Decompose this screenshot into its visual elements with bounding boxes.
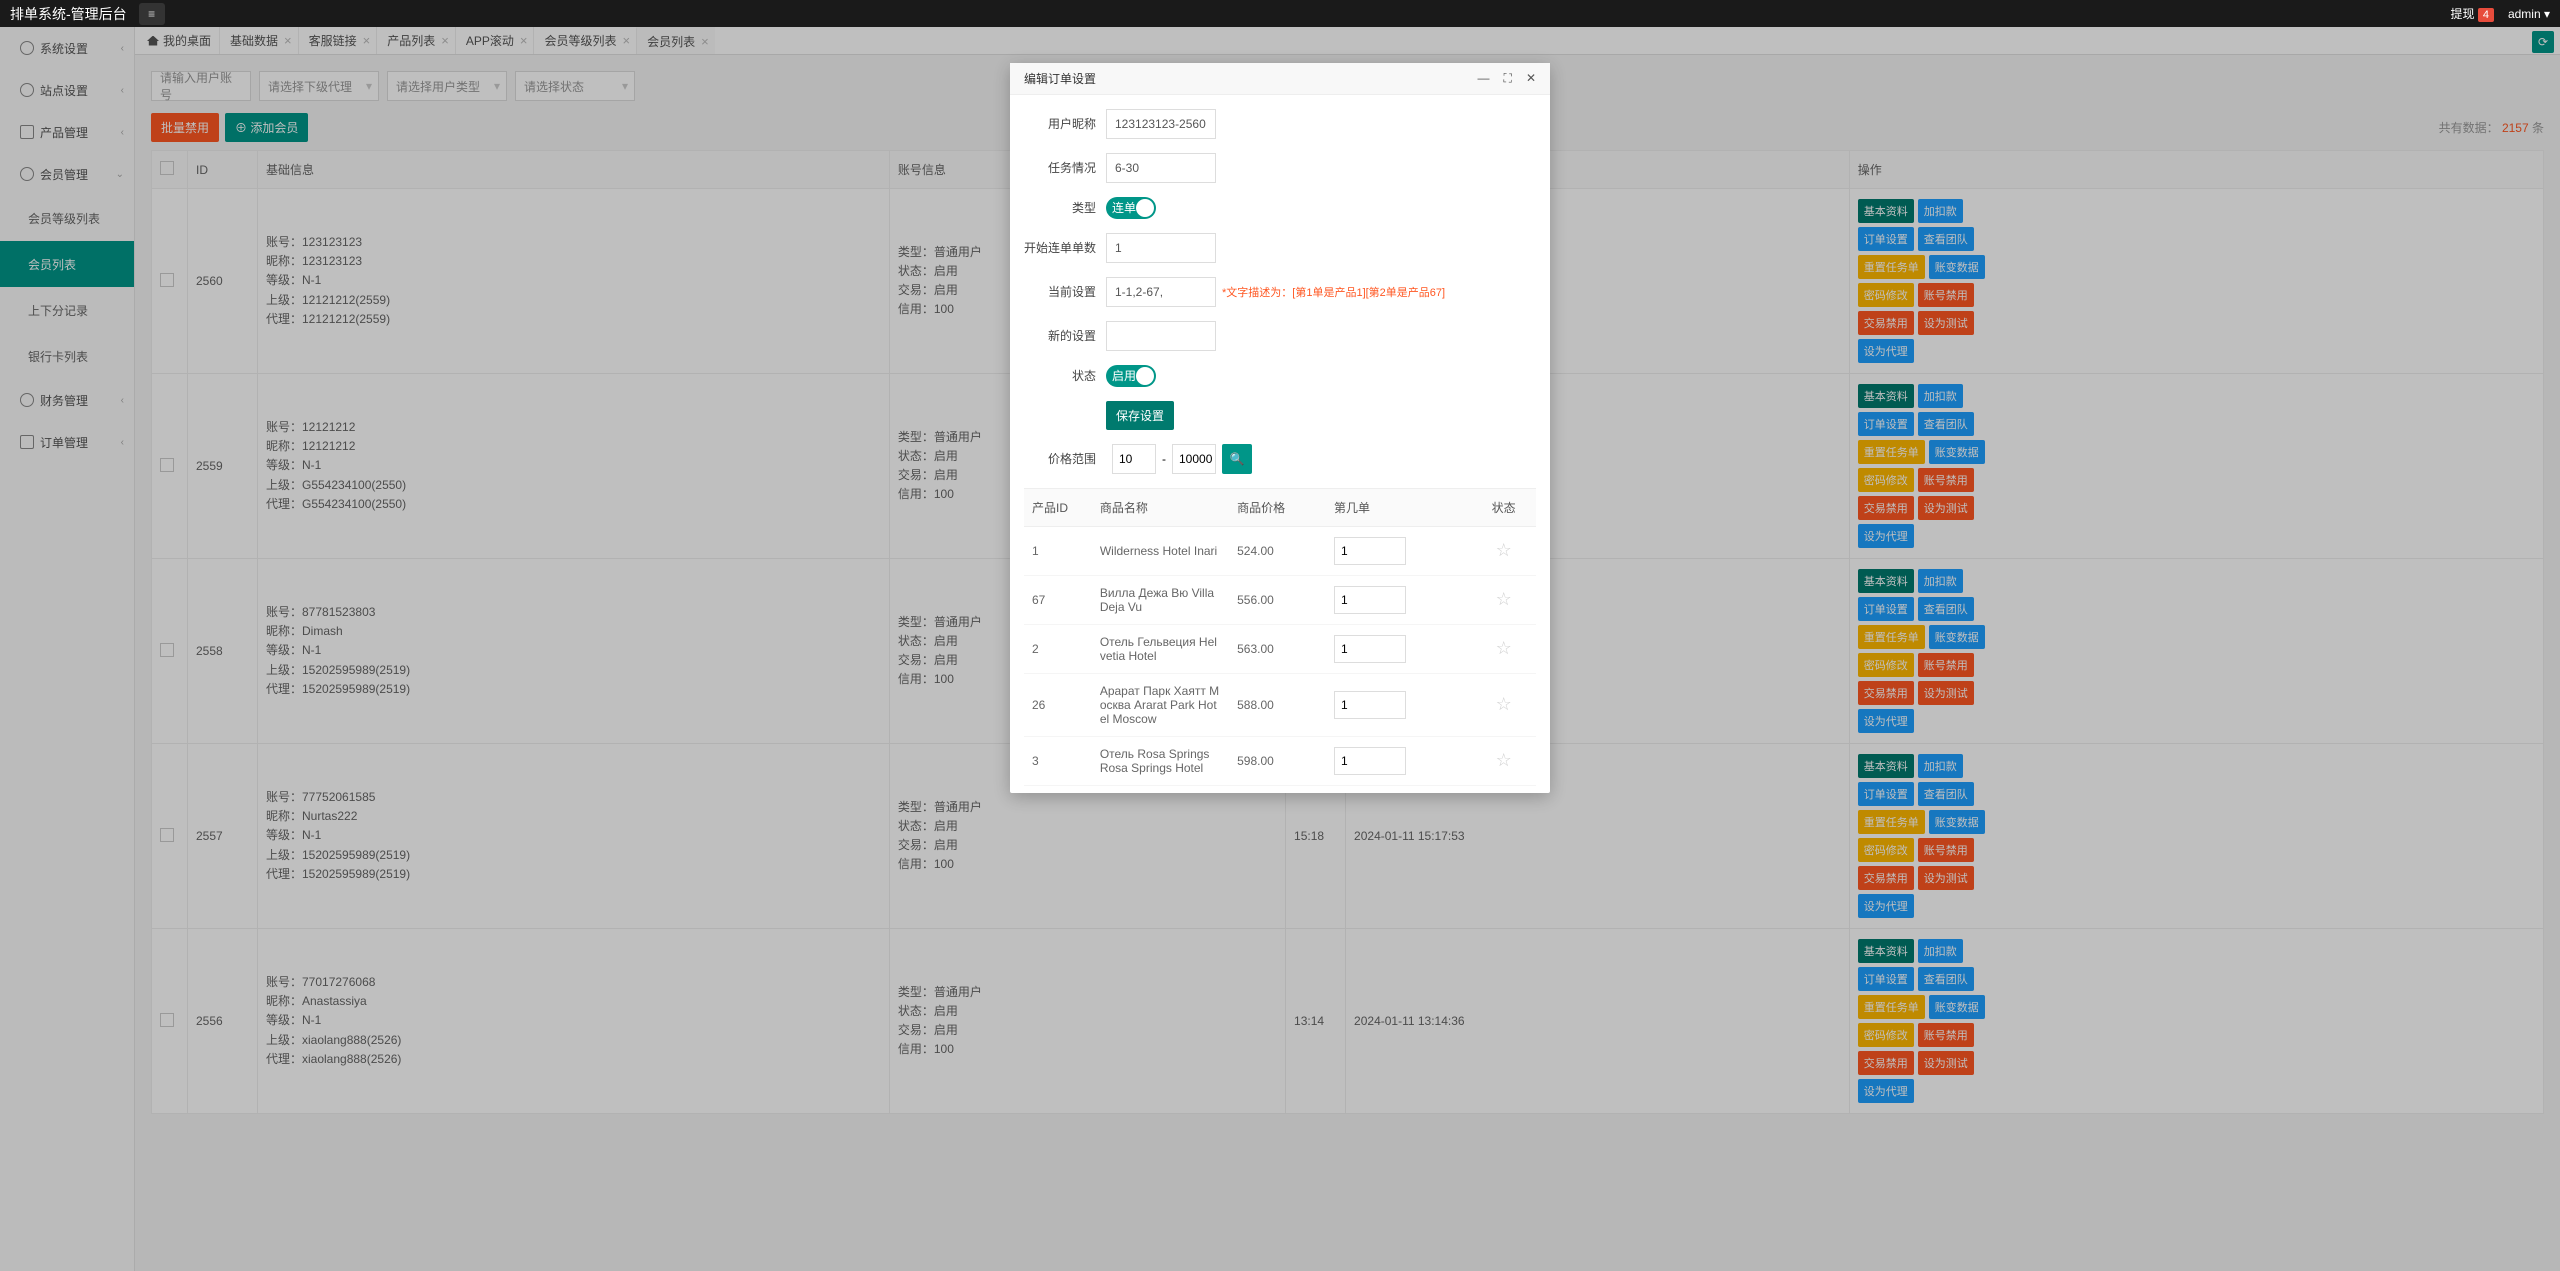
qty-input[interactable] [1334,691,1406,719]
qty-input[interactable] [1334,747,1406,775]
topbar-right: 提现 4 admin ▾ [2450,5,2550,22]
product-row: 6 Гостиница Чалпан Hotel Chalpan 598.00 … [1024,785,1536,793]
toggle-label: 启用 [1112,367,1136,384]
toggle-knob [1136,367,1154,385]
minimize-icon[interactable]: — [1478,71,1490,86]
qty-input[interactable] [1334,586,1406,614]
app-title: 排单系统-管理后台 [10,4,127,24]
label-task: 任务情况 [1024,159,1096,176]
price-from-input[interactable]: 10 [1112,444,1156,474]
qty-input[interactable] [1334,537,1406,565]
label-startnum: 开始连单单数 [1024,239,1096,256]
maximize-icon[interactable]: ⛶ [1504,71,1512,86]
col-pid: 产品ID [1024,488,1092,526]
order-settings-modal: 编辑订单设置 — ⛶ ✕ 用户昵称 123123123-2560 任务情况 6-30… [1010,63,1550,793]
input-task[interactable]: 6-30 [1106,153,1216,183]
hamburger-icon[interactable]: ≡ [139,3,165,25]
product-table: 产品ID 商品名称 商品价格 第几单 状态 1 Wilderness Hotel… [1024,488,1536,793]
product-row: 3 Отель Rosa Springs Rosa Springs Hotel … [1024,736,1536,785]
chevron-down-icon: ▾ [2544,7,2550,21]
status-toggle[interactable]: 启用 [1106,365,1156,387]
user-name: admin [2508,7,2541,21]
modal-title: 编辑订单设置 [1024,70,1096,87]
user-menu[interactable]: admin ▾ [2508,7,2550,21]
input-newset[interactable] [1106,321,1216,351]
save-button[interactable]: 保存设置 [1106,401,1174,430]
toggle-knob [1136,199,1154,217]
label-pricerange: 价格范围 [1024,450,1096,467]
qty-input[interactable] [1334,635,1406,663]
product-row: 2 Отель Гельвеция Helvetia Hotel 563.00 … [1024,624,1536,673]
search-icon: 🔍 [1230,452,1245,466]
search-button[interactable]: 🔍 [1222,444,1252,474]
product-row: 26 Арарат Парк Хаятт Москва Ararat Park … [1024,673,1536,736]
input-nickname[interactable]: 123123123-2560 [1106,109,1216,139]
close-icon[interactable]: ✕ [1526,71,1536,86]
label-type: 类型 [1024,199,1096,216]
input-startnum[interactable]: 1 [1106,233,1216,263]
star-icon[interactable]: ☆ [1496,750,1512,770]
tx-badge: 4 [2478,8,2494,22]
type-toggle[interactable]: 连单 [1106,197,1156,219]
label-newset: 新的设置 [1024,327,1096,344]
modal-body: 用户昵称 123123123-2560 任务情况 6-30 类型连单 开始连单单数 1… [1010,95,1550,793]
star-icon[interactable]: ☆ [1496,589,1512,609]
star-icon[interactable]: ☆ [1496,638,1512,658]
hint-text: *文字描述为：[第1单是产品1][第2单是产品67] [1222,284,1445,300]
product-row: 67 Вилла Дежа Вю Villa Deja Vu 556.00 ☆ [1024,575,1536,624]
star-icon[interactable]: ☆ [1496,694,1512,714]
col-pqty: 第几单 [1326,488,1471,526]
toggle-label: 连单 [1112,199,1136,216]
tx-link[interactable]: 提现 4 [2450,5,2493,22]
input-current[interactable]: 1-1,2-67, [1106,277,1216,307]
modal-titlebar: 编辑订单设置 — ⛶ ✕ [1010,63,1550,95]
tx-label: 提现 [2450,7,2474,21]
label-nickname: 用户昵称 [1024,115,1096,132]
product-row: 1 Wilderness Hotel Inari 524.00 ☆ [1024,526,1536,575]
price-to-input[interactable]: 10000 [1172,444,1216,474]
star-icon[interactable]: ☆ [1496,540,1512,560]
col-pstat: 状态 [1471,488,1536,526]
col-pname: 商品名称 [1092,488,1229,526]
label-current: 当前设置 [1024,283,1096,300]
topbar: 排单系统-管理后台 ≡ 提现 4 admin ▾ [0,0,2560,27]
col-pprice: 商品价格 [1229,488,1326,526]
label-status: 状态 [1024,367,1096,384]
